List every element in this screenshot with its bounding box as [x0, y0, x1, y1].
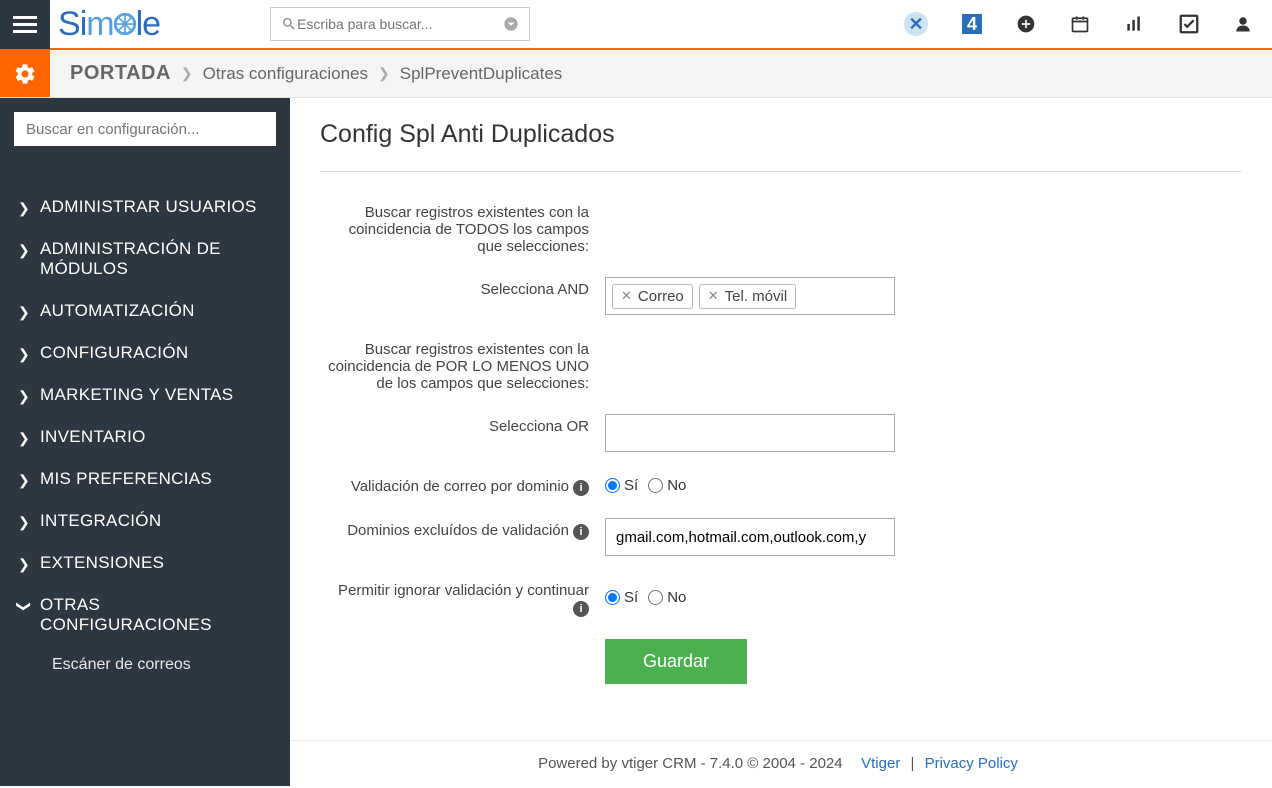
app-switcher-icon[interactable]: ✕ [904, 12, 928, 36]
logo[interactable]: Sim le [58, 5, 160, 44]
breadcrumb-leaf: SplPreventDuplicates [400, 64, 563, 84]
chevron-down-icon[interactable] [503, 16, 519, 32]
search-input[interactable] [297, 16, 503, 32]
sidebar-item-other-config[interactable]: ❯ OTRAS CONFIGURACIONES [14, 584, 276, 646]
info-icon[interactable]: i [573, 524, 589, 540]
tag-correo: ✕ Correo [612, 284, 693, 309]
tag-label: Correo [638, 288, 684, 305]
remove-tag-icon[interactable]: ✕ [621, 288, 632, 304]
chevron-right-icon: ❯ [18, 388, 30, 405]
footer-link-vtiger[interactable]: Vtiger [861, 755, 900, 772]
sidebar-item-label: OTRAS CONFIGURACIONES [40, 595, 272, 635]
breadcrumb-bar: PORTADA ❯ Otras configuraciones ❯ SplPre… [0, 50, 1272, 98]
breadcrumb: PORTADA ❯ Otras configuraciones ❯ SplPre… [50, 50, 562, 97]
sidebar-subitem-email-scanner[interactable]: Escáner de correos [14, 646, 276, 684]
sidebar-item-automation[interactable]: ❯ AUTOMATIZACIÓN [14, 290, 276, 332]
footer-text: Powered by vtiger CRM - 7.4.0 © 2004 - 2… [538, 755, 843, 772]
content: Config Spl Anti Duplicados Buscar regist… [290, 98, 1272, 786]
info-icon[interactable]: i [573, 480, 589, 496]
global-search[interactable] [270, 7, 530, 41]
sidebar-item-preferences[interactable]: ❯ MIS PREFERENCIAS [14, 458, 276, 500]
gear-icon [13, 62, 37, 86]
label-domain-validate: Validación de correo por dominioi [320, 474, 605, 496]
chevron-right-icon: ❯ [378, 65, 390, 82]
breadcrumb-root[interactable]: PORTADA [70, 62, 171, 85]
label-ignore: Permitir ignorar validación y continuari [320, 578, 605, 617]
logo-icon [112, 11, 138, 37]
sidebar-item-users[interactable]: ❯ ADMINISTRAR USUARIOS [14, 186, 276, 228]
chevron-right-icon: ❯ [18, 346, 30, 363]
sidebar-item-modules[interactable]: ❯ ADMINISTRACIÓN DE MÓDULOS [14, 228, 276, 290]
sidebar-item-label: EXTENSIONES [40, 553, 164, 573]
footer: Powered by vtiger CRM - 7.4.0 © 2004 - 2… [290, 740, 1272, 786]
sidebar-item-label: INTEGRACIÓN [40, 511, 161, 531]
sidebar-item-configuration[interactable]: ❯ CONFIGURACIÓN [14, 332, 276, 374]
chevron-down-icon: ❯ [16, 600, 33, 612]
footer-sep: | [910, 755, 914, 772]
chevron-right-icon: ❯ [18, 472, 30, 489]
ignore-yes[interactable]: Sí [605, 589, 638, 606]
footer-link-privacy[interactable]: Privacy Policy [925, 755, 1018, 772]
topbar: Sim le ✕ 4 [0, 0, 1272, 50]
menu-toggle-button[interactable] [0, 0, 50, 49]
calendar-icon[interactable] [1070, 14, 1090, 34]
sidebar-item-extensions[interactable]: ❯ EXTENSIONES [14, 542, 276, 584]
add-icon[interactable] [1016, 14, 1036, 34]
label-and-desc: Buscar registros existentes con la coinc… [320, 200, 605, 255]
chevron-right-icon: ❯ [18, 242, 30, 259]
top-icons: ✕ 4 [904, 12, 1252, 36]
domain-validate-yes[interactable]: Sí [605, 477, 638, 494]
label-and: Selecciona AND [320, 277, 605, 315]
ignore-no[interactable]: No [648, 589, 686, 606]
search-icon [281, 16, 297, 32]
sidebar-item-label: MIS PREFERENCIAS [40, 469, 212, 489]
excluded-domains-input[interactable] [605, 518, 895, 556]
sidebar-item-label: INVENTARIO [40, 427, 146, 447]
sidebar-item-marketing[interactable]: ❯ MARKETING Y VENTAS [14, 374, 276, 416]
sidebar-item-label: ADMINISTRAR USUARIOS [40, 197, 257, 217]
label-domain-exclude: Dominios excluídos de validacióni [320, 518, 605, 556]
tag-tel-movil: ✕ Tel. móvil [699, 284, 796, 309]
tasks-icon[interactable] [1178, 13, 1200, 35]
radio-label: Sí [624, 589, 638, 606]
chevron-right-icon: ❯ [18, 556, 30, 573]
sidebar-item-label: ADMINISTRACIÓN DE MÓDULOS [40, 239, 272, 279]
sidebar-item-label: CONFIGURACIÓN [40, 343, 188, 363]
settings-gear-button[interactable] [0, 50, 50, 97]
sidebar-search-input[interactable] [14, 112, 276, 146]
domain-validate-no[interactable]: No [648, 477, 686, 494]
chevron-right-icon: ❯ [18, 514, 30, 531]
page-title: Config Spl Anti Duplicados [320, 120, 1242, 172]
chevron-right-icon: ❯ [18, 200, 30, 217]
radio-label: No [667, 477, 686, 494]
remove-tag-icon[interactable]: ✕ [708, 288, 719, 304]
radio-label: Sí [624, 477, 638, 494]
main: ❯ ADMINISTRAR USUARIOS ❯ ADMINISTRACIÓN DE… [0, 98, 1272, 786]
breadcrumb-mid[interactable]: Otras configuraciones [203, 64, 368, 84]
sidebar-item-label: MARKETING Y VENTAS [40, 385, 233, 405]
sidebar-item-inventory[interactable]: ❯ INVENTARIO [14, 416, 276, 458]
or-fields-select[interactable] [605, 414, 895, 452]
and-fields-select[interactable]: ✕ Correo ✕ Tel. móvil [605, 277, 895, 315]
settings-sidebar: ❯ ADMINISTRAR USUARIOS ❯ ADMINISTRACIÓN DE… [0, 98, 290, 786]
reports-icon[interactable] [1124, 14, 1144, 34]
label-or: Selecciona OR [320, 414, 605, 452]
chevron-right-icon: ❯ [181, 65, 193, 82]
chevron-right-icon: ❯ [18, 304, 30, 321]
radio-label: No [667, 589, 686, 606]
user-icon[interactable] [1234, 15, 1252, 33]
calendar-badge-icon[interactable]: 4 [962, 14, 982, 34]
chevron-right-icon: ❯ [18, 430, 30, 447]
info-icon[interactable]: i [573, 601, 589, 617]
tag-label: Tel. móvil [725, 288, 788, 305]
sidebar-item-label: AUTOMATIZACIÓN [40, 301, 195, 321]
sidebar-item-integration[interactable]: ❯ INTEGRACIÓN [14, 500, 276, 542]
label-or-desc: Buscar registros existentes con la coinc… [320, 337, 605, 392]
save-button[interactable]: Guardar [605, 639, 747, 684]
